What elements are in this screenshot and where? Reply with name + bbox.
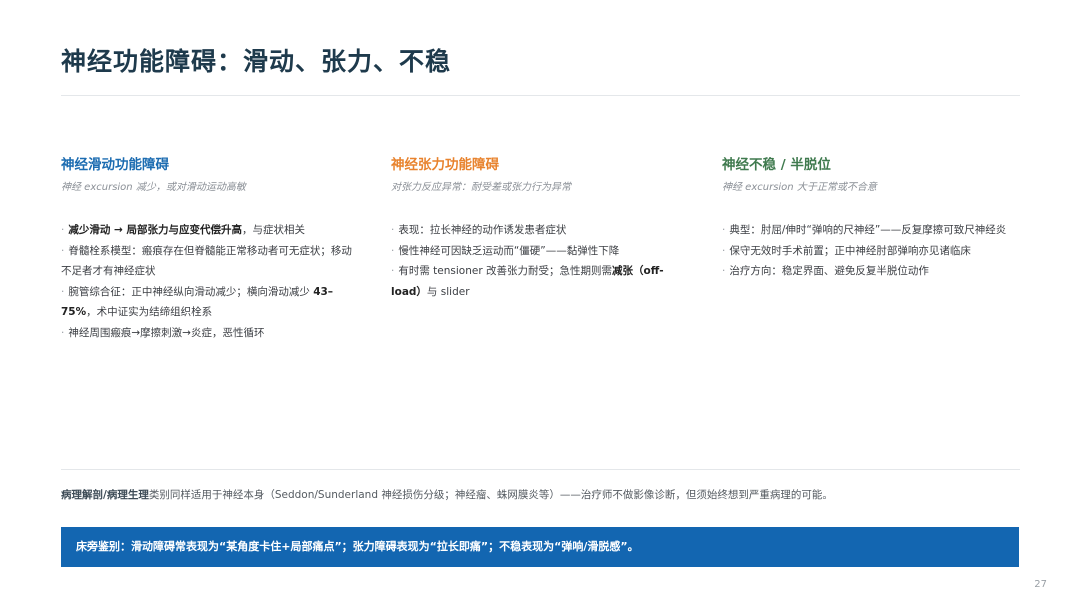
bullet-text: 典型：肘屈/伸时“弹响的尺神经”——反复摩擦可致尺神经炎 xyxy=(729,224,1007,236)
bullet-dot: · xyxy=(722,265,726,277)
bullet-dot: · xyxy=(391,224,395,236)
bullet-text: ，与症状相关 xyxy=(241,224,305,236)
bullet-dot: · xyxy=(722,244,726,257)
title-divider xyxy=(61,95,1020,96)
bullet-dot: · xyxy=(391,265,395,277)
column-heading: 神经滑动功能障碍 xyxy=(61,157,169,173)
bullet-text: 保守无效时手术前置；正中神经肘部弹响亦见诸临床 xyxy=(729,244,971,257)
footer-divider xyxy=(61,469,1020,470)
bullet-text: 神经周围瘢痕→摩擦刺激→炎症，恶性循环 xyxy=(68,326,265,339)
bullet-text: 腕管综合征：正中神经纵向滑动减少；横向滑动减少 xyxy=(68,285,314,298)
list-item: · 减少滑动 → 局部张力与应变代偿升高，与症状相关 xyxy=(61,220,361,241)
column-nerve-gliding: 神经滑动功能障碍 神经 excursion 减少，或对滑动运动高敏 · 减少滑动 … xyxy=(61,155,361,343)
column-heading: 神经不稳 / 半脱位 xyxy=(722,157,831,173)
bullet-dot: · xyxy=(61,285,65,298)
bullet-text: 慢性神经可因缺乏运动而“僵硬”——黏弹性下降 xyxy=(398,244,620,257)
bullet-list: · 典型：肘屈/伸时“弹响的尺神经”——反复摩擦可致尺神经炎 · 保守无效时手术前置… xyxy=(722,220,1032,282)
list-item: · 慢性神经可因缺乏运动而“僵硬”——黏弹性下降 xyxy=(391,241,691,262)
list-item: · 表现：拉长神经的动作诱发患者症状 xyxy=(391,220,691,241)
list-item: · 腕管综合征：正中神经纵向滑动减少；横向滑动减少 43–75%，术中证实为结缔组… xyxy=(61,282,361,323)
list-item: · 脊髓栓系模型：瘢痕存在但脊髓能正常移动者可无症状；移动不足者才有神经症状 xyxy=(61,241,361,282)
bullet-bold-text: 减少滑动 → 局部张力与应变代偿升高 xyxy=(68,224,242,236)
bullet-dot: · xyxy=(61,326,65,339)
column-subtitle: 神经 excursion 减少，或对滑动运动高敏 xyxy=(61,182,246,193)
bullet-text: 脊髓栓系模型：瘢痕存在但脊髓能正常移动者可无症状；移动不足者才有神经症状 xyxy=(61,244,352,278)
bullet-text: 表现：拉长神经的动作诱发患者症状 xyxy=(398,224,567,236)
bullet-list: · 减少滑动 → 局部张力与应变代偿升高，与症状相关 · 脊髓栓系模型：瘢痕存在但脊… xyxy=(61,220,361,343)
bullet-dot: · xyxy=(722,224,726,236)
bedside-differentiation-banner: 床旁鉴别：滑动障碍常表现为“某角度卡住+局部痛点”；张力障碍表现为“拉长即痛”；… xyxy=(61,527,1019,567)
bullet-text: 有时需 tensioner 改善张力耐受；急性期则需 xyxy=(398,265,612,277)
list-item: · 保守无效时手术前置；正中神经肘部弹响亦见诸临床 xyxy=(722,241,1032,262)
bullet-dot: · xyxy=(391,244,395,257)
bullet-text: 治疗方向：稳定界面、避免反复半脱位动作 xyxy=(729,265,929,277)
bullet-dot: · xyxy=(61,224,65,236)
list-item: · 有时需 tensioner 改善张力耐受；急性期则需减张（off-load）与… xyxy=(391,261,691,302)
page-number: 27 xyxy=(1034,579,1047,590)
note-bold-text: 病理解剖/病理生理 xyxy=(61,489,149,501)
column-subtitle: 对张力反应异常：耐受差或张力行为异常 xyxy=(391,182,571,193)
list-item: · 治疗方向：稳定界面、避免反复半脱位动作 xyxy=(722,261,1032,282)
bullet-dot: · xyxy=(61,244,65,257)
list-item: · 典型：肘屈/伸时“弹响的尺神经”——反复摩擦可致尺神经炎 xyxy=(722,220,1032,241)
column-subtitle: 神经 excursion 大于正常或不合意 xyxy=(722,182,877,193)
pathology-note: 病理解剖/病理生理类别同样适用于神经本身（Seddon/Sunderland 神… xyxy=(61,487,1041,503)
column-nerve-tension: 神经张力功能障碍 对张力反应异常：耐受差或张力行为异常 · 表现：拉长神经的动作诱… xyxy=(391,155,691,302)
bullet-text: 与 slider xyxy=(426,285,470,298)
bullet-text: ，术中证实为结缔组织栓系 xyxy=(86,306,213,318)
bullet-list: · 表现：拉长神经的动作诱发患者症状 · 慢性神经可因缺乏运动而“僵硬”——黏弹性下… xyxy=(391,220,691,302)
list-item: · 神经周围瘢痕→摩擦刺激→炎症，恶性循环 xyxy=(61,323,361,344)
page-title: 神经功能障碍：滑动、张力、不稳 xyxy=(61,47,452,76)
note-text: 类别同样适用于神经本身（Seddon/Sunderland 神经损伤分级；神经瘤… xyxy=(148,489,833,501)
column-heading: 神经张力功能障碍 xyxy=(391,157,499,173)
column-nerve-instability: 神经不稳 / 半脱位 神经 excursion 大于正常或不合意 · 典型：肘屈/… xyxy=(722,155,1032,282)
